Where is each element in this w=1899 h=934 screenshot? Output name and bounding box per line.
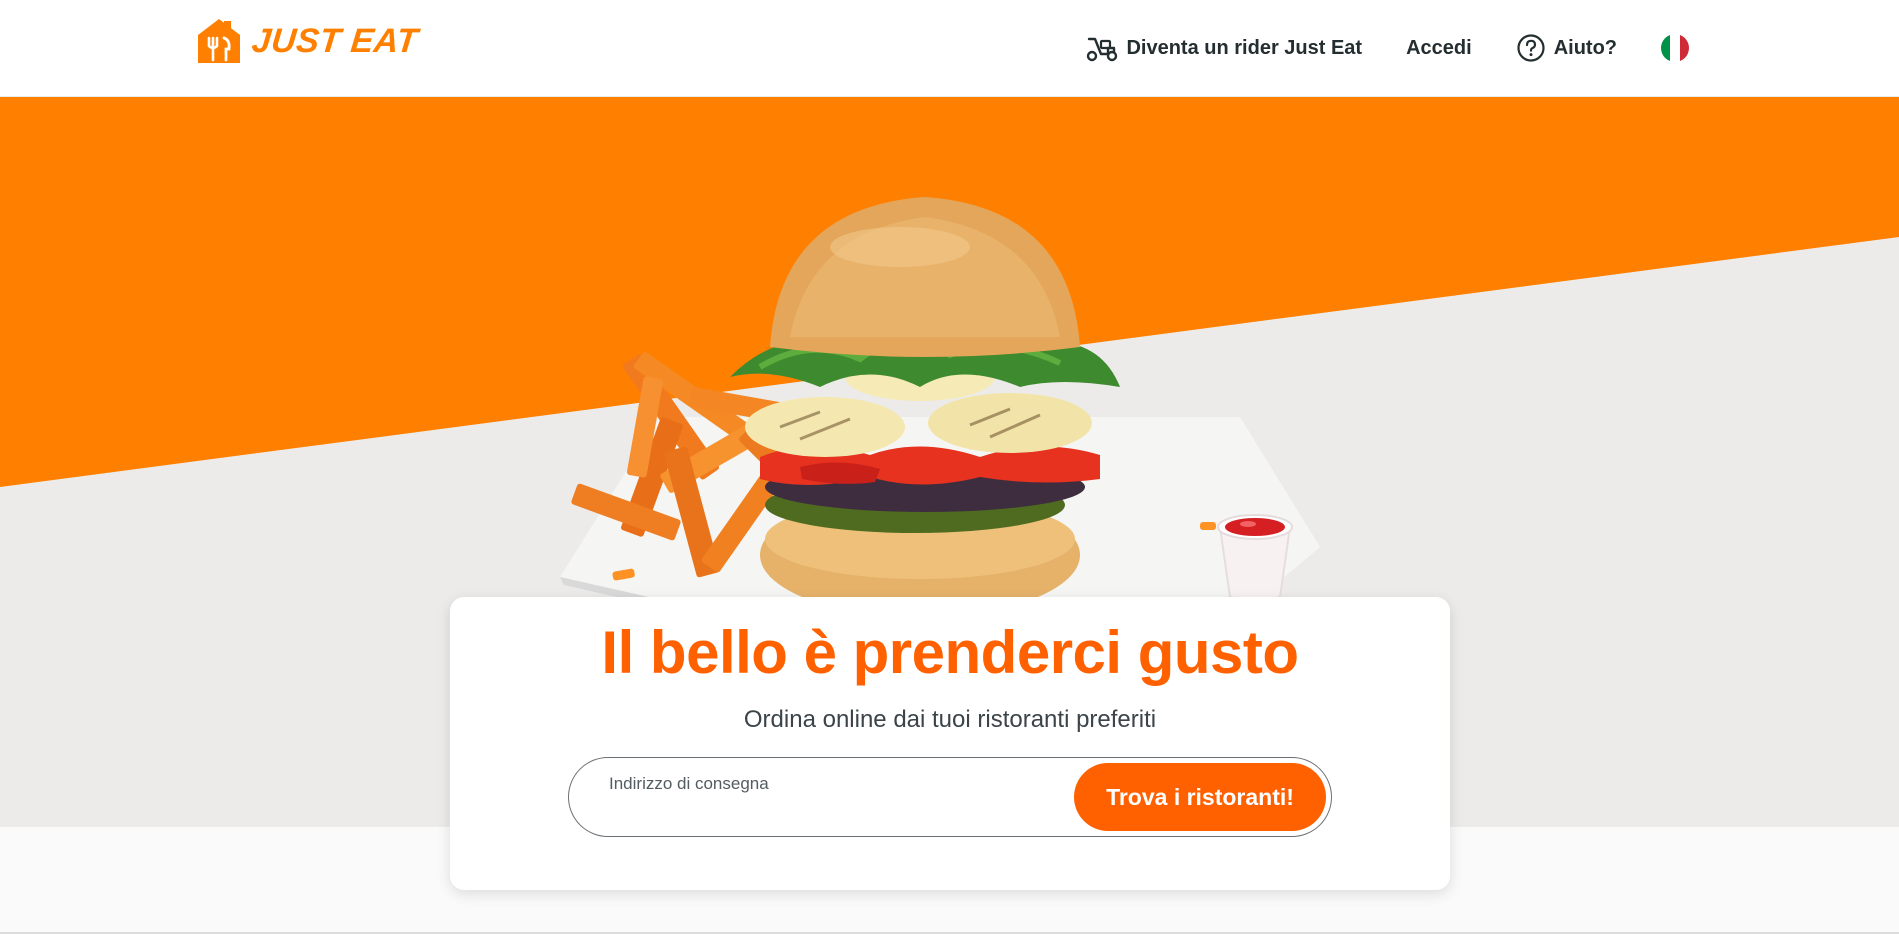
find-restaurants-button[interactable]: Trova i ristoranti!: [1074, 763, 1326, 831]
just-eat-logo[interactable]: JUST EAT: [194, 16, 420, 66]
house-fork-logo-icon: [198, 19, 240, 63]
become-rider-link[interactable]: Diventa un rider Just Eat: [1086, 34, 1362, 62]
scooter-icon: [1087, 37, 1118, 62]
address-search-bar[interactable]: Indirizzo di consegna Trova i ristoranti…: [568, 757, 1332, 837]
brand-name: JUST EAT: [250, 22, 420, 60]
help-label: Aiuto?: [1553, 36, 1617, 59]
help-link[interactable]: Aiuto?: [1516, 33, 1617, 63]
question-circle-icon: [1517, 34, 1545, 62]
login-link[interactable]: Accedi: [1406, 37, 1472, 60]
hero-subheadline: Ordina online dai tuoi ristoranti prefer…: [743, 706, 1157, 733]
header-nav: Diventa un rider Just Eat Accedi Aiuto?: [1086, 0, 1689, 96]
hero-headline: Il bello è prenderci gusto: [601, 619, 1299, 686]
address-input[interactable]: [607, 798, 1047, 826]
site-header: JUST EAT Diventa un rider Just Eat Acced…: [0, 0, 1899, 97]
login-label: Accedi: [1406, 36, 1472, 59]
search-card: Il bello è prenderci gusto Ordina online…: [450, 597, 1450, 890]
italy-flag-icon[interactable]: [1661, 34, 1689, 62]
become-rider-label: Diventa un rider Just Eat: [1126, 36, 1363, 59]
address-field-label: Indirizzo di consegna: [609, 774, 769, 793]
